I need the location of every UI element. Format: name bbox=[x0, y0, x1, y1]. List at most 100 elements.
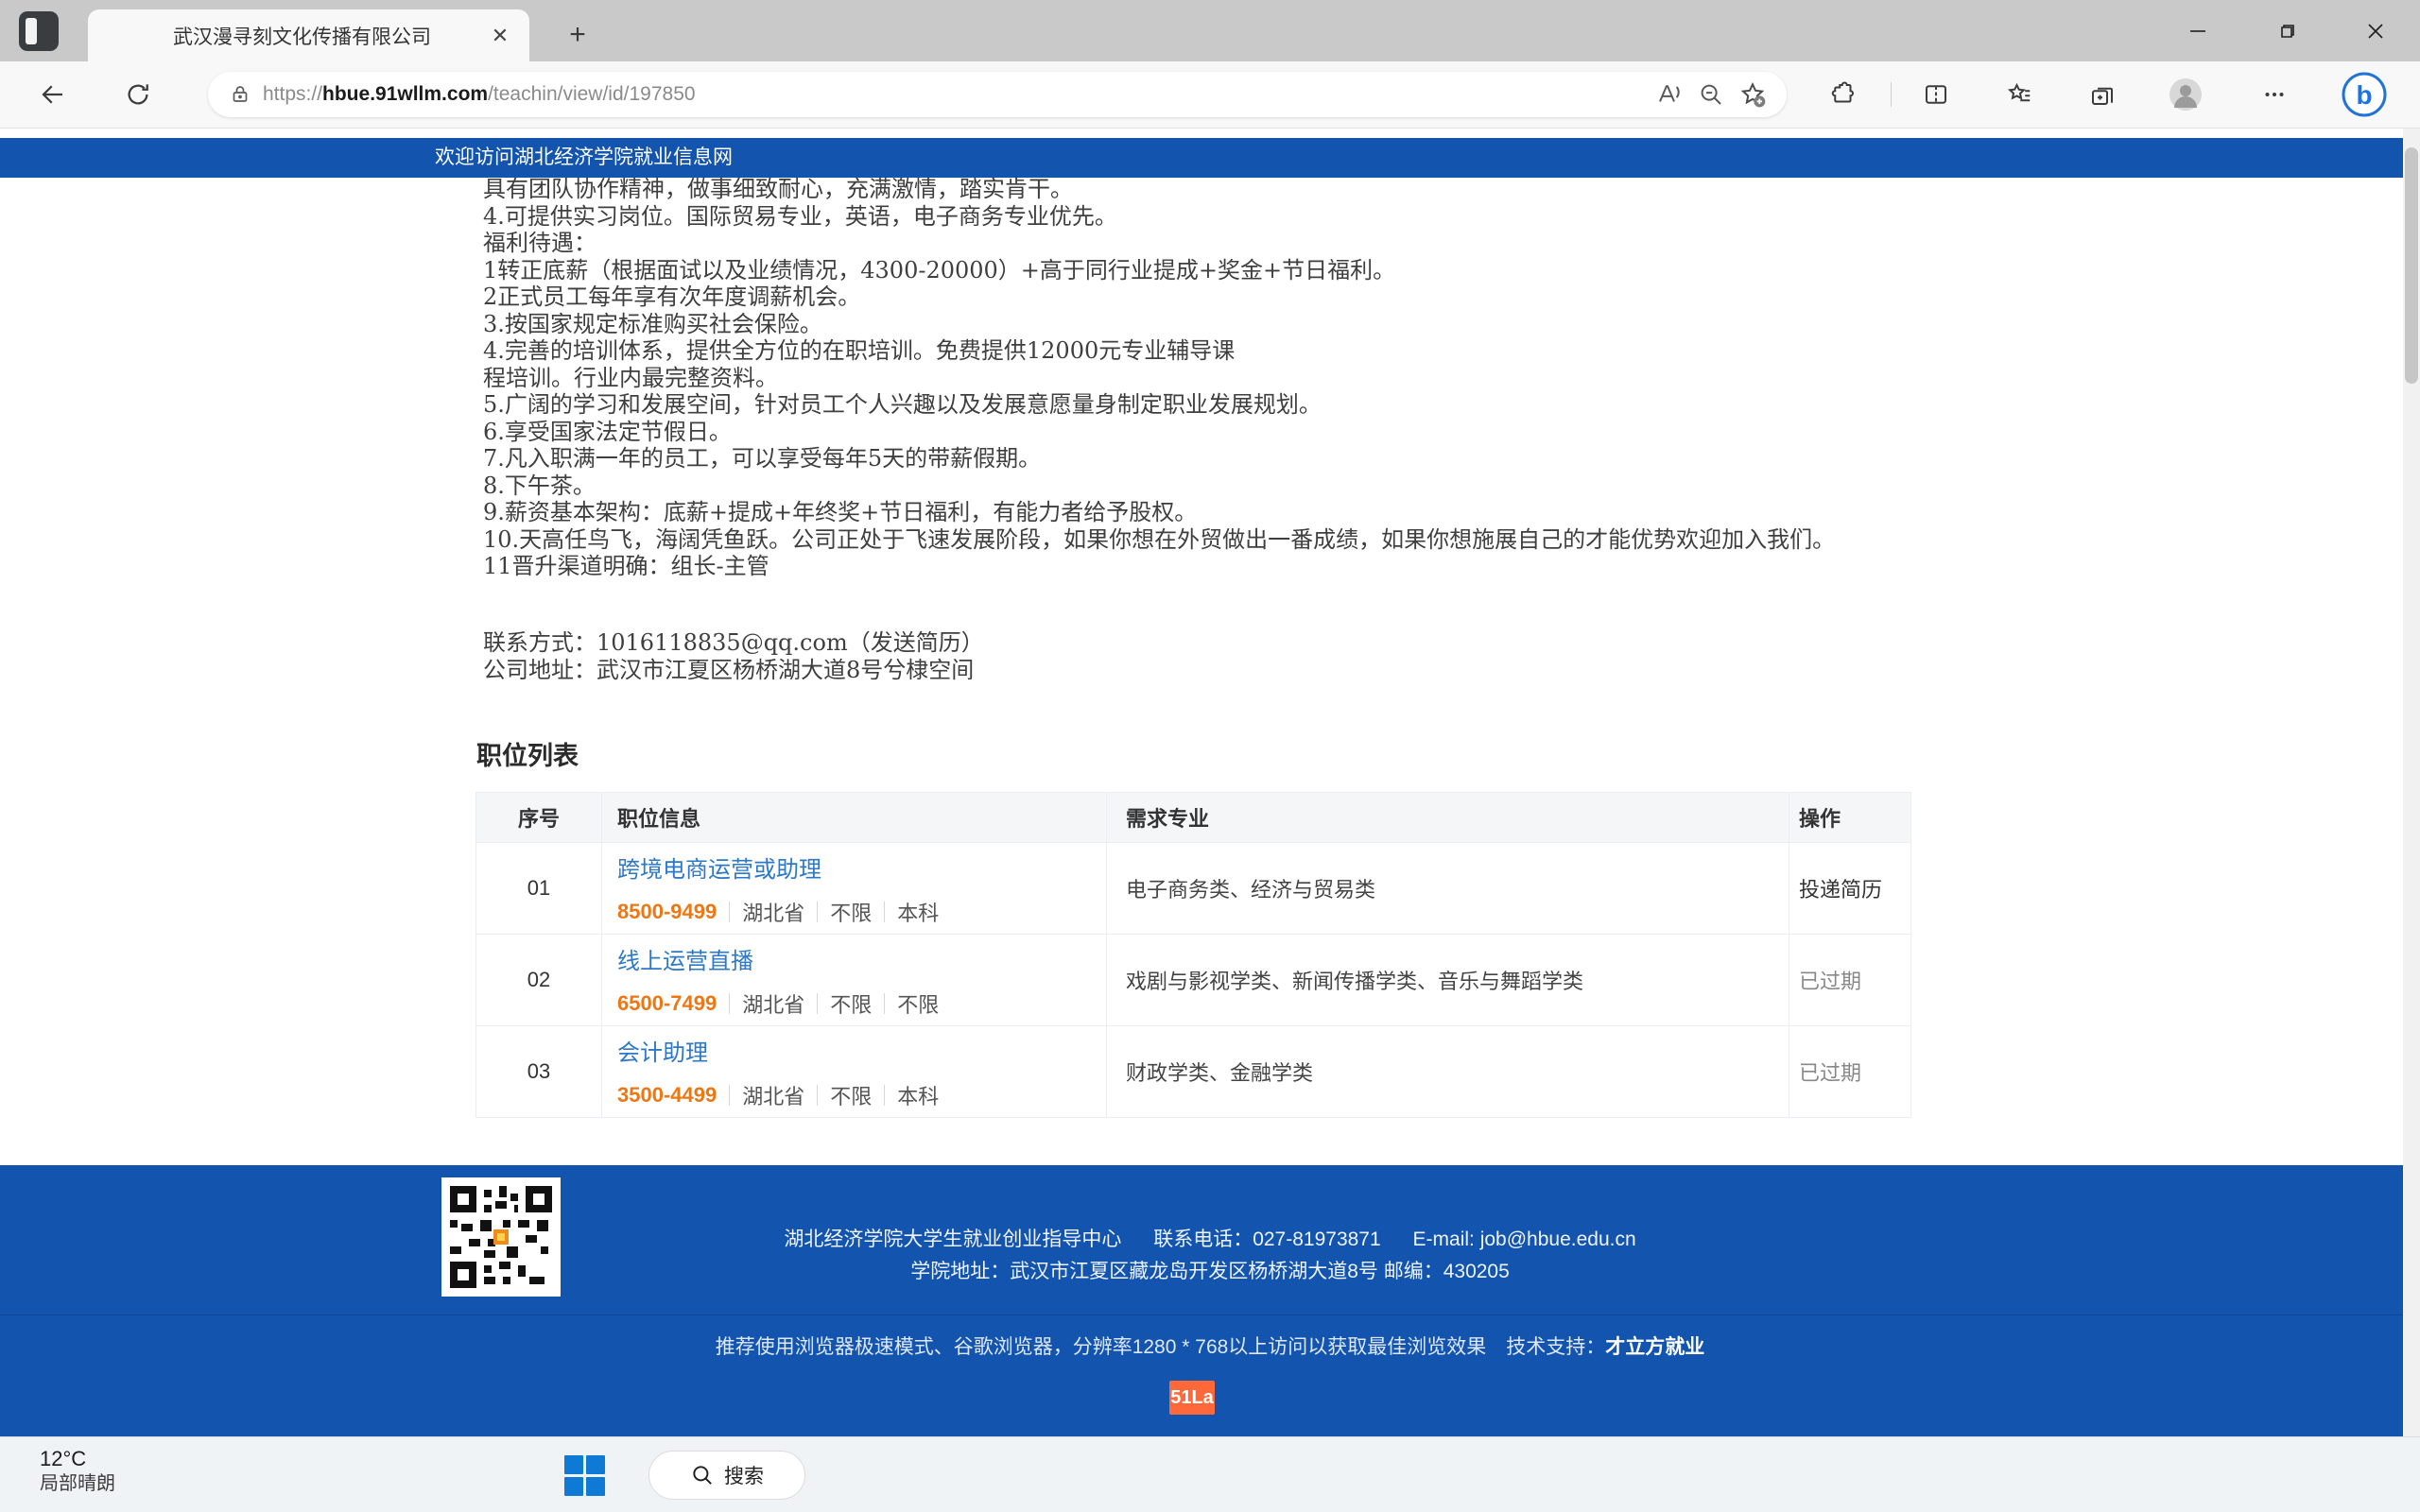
split-screen-icon[interactable] bbox=[1919, 77, 1953, 112]
row-majors: 电子商务类、经济与贸易类 bbox=[1106, 843, 1789, 934]
apply-link[interactable]: 投递简历 bbox=[1789, 843, 1910, 934]
meta-experience: 不限 bbox=[830, 897, 872, 927]
back-icon[interactable] bbox=[36, 77, 70, 112]
text-line: 具有团队协作精神，做事细致耐心，充满激情，踏实肯干。 bbox=[483, 176, 1854, 203]
job-meta: 6500-7499 湖北省 不限 不限 bbox=[617, 988, 1106, 1019]
contact-block: 联系方式：1016118835@qq.com（发送简历）公司地址：武汉市江夏区杨… bbox=[483, 629, 984, 683]
job-meta: 8500-9499 湖北省 不限 本科 bbox=[617, 897, 1106, 927]
text-line: 2正式员工每年享有次年度调薪机会。 bbox=[483, 284, 1854, 311]
text-line: 福利待遇： bbox=[483, 230, 1854, 257]
page-footer: 湖北经济学院大学生就业创业指导中心 联系电话：027-81973871 E-ma… bbox=[0, 1165, 2403, 1436]
row-no: 03 bbox=[476, 1026, 601, 1117]
footer-contact-line: 湖北经济学院大学生就业创业指导中心 联系电话：027-81973871 E-ma… bbox=[0, 1224, 2403, 1252]
job-description: 具有团队协作精神，做事细致耐心，充满激情，踏实肯干。4.可提供实习岗位。国际贸易… bbox=[483, 176, 1854, 580]
text-line: 11晋升渠道明确：组长-主管 bbox=[483, 553, 1854, 580]
job-meta: 3500-4499 湖北省 不限 本科 bbox=[617, 1080, 1106, 1110]
footer-notice: 推荐使用浏览器极速模式、谷歌浏览器，分辨率1280 * 768以上访问以获取最佳… bbox=[716, 1336, 1606, 1358]
row-majors: 戏剧与影视学类、新闻传播学类、音乐与舞蹈学类 bbox=[1106, 935, 1789, 1025]
address-bar[interactable]: https://hbue.91wllm.com/teachin/view/id/… bbox=[208, 72, 1787, 117]
text-line: 5.广阔的学习和发展空间，针对员工个人兴趣以及发展意愿量身制定职业发展规划。 bbox=[483, 391, 1854, 419]
taskbar: 12°C 局部晴朗 搜索 bbox=[0, 1436, 2420, 1512]
collections-icon[interactable] bbox=[2085, 77, 2119, 112]
browser-window: 武汉漫寻刻文化传播有限公司 ✕ + bbox=[0, 0, 2420, 1512]
close-button[interactable] bbox=[2331, 0, 2420, 61]
job-title-link[interactable]: 会计助理 bbox=[617, 1034, 1106, 1067]
salary-range: 6500-7499 bbox=[617, 991, 717, 1016]
expired-label: 已过期 bbox=[1789, 935, 1910, 1025]
meta-degree: 不限 bbox=[897, 988, 939, 1019]
table-row: 03 会计助理 3500-4499 湖北省 不限 本科 财政学类、金融学类 已过… bbox=[476, 1025, 1910, 1117]
row-majors: 财政学类、金融学类 bbox=[1106, 1026, 1789, 1117]
weather-desc: 局部晴朗 bbox=[40, 1471, 115, 1496]
page-scrollbar[interactable] bbox=[2403, 129, 2420, 1436]
text-line: 8.下午茶。 bbox=[483, 472, 1854, 500]
title-bar: 武汉漫寻刻文化传播有限公司 ✕ + bbox=[0, 0, 2420, 61]
job-title-link[interactable]: 跨境电商运营或助理 bbox=[617, 850, 1106, 884]
footer-notice-line: 推荐使用浏览器极速模式、谷歌浏览器，分辨率1280 * 768以上访问以获取最佳… bbox=[0, 1332, 2403, 1360]
text-line: 程培训。行业内最完整资料。 bbox=[483, 365, 1854, 392]
zoom-out-icon[interactable] bbox=[1690, 76, 1732, 113]
text-line: 7.凡入职满一年的员工，可以享受每年5天的带薪假期。 bbox=[483, 445, 1854, 472]
refresh-icon[interactable] bbox=[121, 77, 155, 112]
row-no: 01 bbox=[476, 843, 601, 934]
profile-avatar[interactable] bbox=[2169, 77, 2203, 112]
start-button[interactable] bbox=[564, 1455, 605, 1496]
table-header-row: 序号 职位信息 需求专业 操作 bbox=[476, 793, 1910, 842]
text-line: 4.可提供实习岗位。国际贸易专业，英语，电子商务专业优先。 bbox=[483, 203, 1854, 231]
meta-region: 湖北省 bbox=[742, 1080, 804, 1110]
salary-range: 3500-4499 bbox=[617, 1083, 717, 1108]
text-line: 6.享受国家法定节假日。 bbox=[483, 419, 1854, 446]
footer-email: E-mail: job@hbue.edu.cn bbox=[1413, 1228, 1636, 1250]
col-header-majors: 需求专业 bbox=[1106, 793, 1789, 842]
meta-experience: 不限 bbox=[830, 1080, 872, 1110]
col-header-action: 操作 bbox=[1789, 793, 1910, 842]
maximize-button[interactable] bbox=[2242, 0, 2331, 61]
workspaces-icon[interactable] bbox=[19, 11, 59, 51]
salary-range: 8500-9499 bbox=[617, 900, 717, 924]
table-row: 01 跨境电商运营或助理 8500-9499 湖北省 不限 本科 电子商务类、经… bbox=[476, 842, 1910, 934]
footer-divider bbox=[0, 1314, 2403, 1315]
meta-region: 湖北省 bbox=[742, 988, 804, 1019]
col-header-info: 职位信息 bbox=[601, 793, 1106, 842]
meta-degree: 本科 bbox=[897, 1080, 939, 1110]
col-header-no: 序号 bbox=[476, 793, 601, 842]
browser-tab[interactable]: 武汉漫寻刻文化传播有限公司 ✕ bbox=[88, 9, 529, 61]
footer-support-link[interactable]: 才立方就业 bbox=[1605, 1336, 1704, 1358]
text-line: 9.薪资基本架构：底薪+提成+年终奖+节日福利，有能力者给予股权。 bbox=[483, 499, 1854, 526]
text-line: 公司地址：武汉市江夏区杨桥湖大道8号兮棣空间 bbox=[483, 657, 984, 684]
minimize-button[interactable] bbox=[2153, 0, 2242, 61]
lock-icon[interactable] bbox=[229, 83, 251, 106]
job-title-link[interactable]: 线上运营直播 bbox=[617, 942, 1106, 975]
table-row: 02 线上运营直播 6500-7499 湖北省 不限 不限 戏剧与影视学类、新闻… bbox=[476, 934, 1910, 1025]
bing-chat-icon[interactable]: b bbox=[2341, 71, 2388, 118]
positions-title: 职位列表 bbox=[476, 735, 579, 772]
extensions-icon[interactable] bbox=[1826, 77, 1860, 112]
footer-phone: 联系电话：027-81973871 bbox=[1153, 1228, 1380, 1250]
new-tab-button[interactable]: + bbox=[560, 17, 596, 53]
51la-badge[interactable]: 51La bbox=[1169, 1381, 1215, 1415]
text-line: 4.完善的培训体系，提供全方位的在职培训。免费提供12000元专业辅导课 bbox=[483, 337, 1854, 365]
toolbar-divider bbox=[1891, 82, 1892, 107]
scrollbar-thumb[interactable] bbox=[2405, 147, 2418, 384]
footer-address-line: 学院地址：武汉市江夏区藏龙岛开发区杨桥湖大道8号 邮编：430205 bbox=[0, 1256, 2403, 1284]
text-line: 10.天高任鸟飞，海阔凭鱼跃。公司正处于飞速发展阶段，如果你想在外贸做出一番成绩… bbox=[483, 526, 1854, 554]
more-menu-icon[interactable] bbox=[2257, 77, 2291, 112]
meta-degree: 本科 bbox=[897, 897, 939, 927]
taskbar-weather[interactable]: 12°C 局部晴朗 bbox=[40, 1447, 115, 1496]
url-text: https://hbue.91wllm.com/teachin/view/id/… bbox=[263, 83, 696, 106]
meta-experience: 不限 bbox=[830, 988, 872, 1019]
browser-toolbar: https://hbue.91wllm.com/teachin/view/id/… bbox=[0, 61, 2420, 129]
read-aloud-icon[interactable] bbox=[1649, 76, 1690, 113]
favorite-add-icon[interactable] bbox=[1732, 76, 1773, 113]
tab-close-icon[interactable]: ✕ bbox=[484, 20, 516, 52]
expired-label: 已过期 bbox=[1789, 1026, 1910, 1117]
search-label: 搜索 bbox=[724, 1461, 764, 1489]
search-box[interactable]: 搜索 bbox=[648, 1451, 805, 1500]
page-viewport: 欢迎访问湖北经济学院就业信息网 具有团队协作精神，做事细致耐心，充满激情，踏实肯… bbox=[0, 129, 2403, 1436]
favorites-icon[interactable] bbox=[2002, 77, 2036, 112]
footer-org: 湖北经济学院大学生就业创业指导中心 bbox=[784, 1228, 1121, 1250]
tab-title: 武汉漫寻刻文化传播有限公司 bbox=[88, 22, 484, 50]
text-line: 联系方式：1016118835@qq.com（发送简历） bbox=[483, 629, 984, 657]
svg-text:b: b bbox=[2356, 80, 2372, 110]
weather-temp: 12°C bbox=[40, 1447, 115, 1471]
